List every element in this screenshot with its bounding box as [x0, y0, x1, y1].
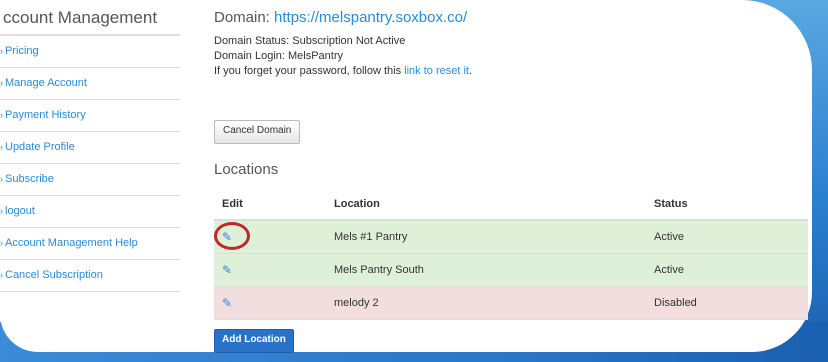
edit-icon[interactable]: ✎: [222, 296, 232, 310]
chevron-right-icon: ›: [0, 142, 3, 152]
edit-icon[interactable]: ✎: [214, 222, 250, 250]
reset-password-link[interactable]: link to reset it: [404, 65, 469, 77]
locations-title: Locations: [214, 161, 279, 178]
chevron-right-icon: ›: [0, 238, 3, 248]
location-name: Mels Pantry South: [333, 253, 653, 287]
table-header-row: Edit Location Status: [214, 188, 808, 221]
domain-title: Domain: https://melspantry.soxbox.co/: [214, 9, 808, 26]
chevron-right-icon: ›: [0, 46, 3, 56]
header-status: Status: [653, 188, 808, 221]
sidebar-item-pricing[interactable]: › Pricing: [0, 36, 180, 68]
sidebar-item-label: logout: [5, 205, 35, 217]
edit-icon[interactable]: ✎: [222, 263, 232, 277]
location-status: Active: [653, 220, 808, 254]
location-name: melody 2: [333, 286, 653, 320]
table-row: ✎ Mels #1 Pantry Active: [214, 220, 808, 254]
sidebar-item-label: Manage Account: [5, 77, 87, 89]
add-location-button[interactable]: Add Location: [214, 329, 294, 353]
password-reset-text: If you forget your password, follow this…: [214, 64, 808, 79]
domain-login: Domain Login: MelsPantry: [214, 50, 344, 62]
header-edit: Edit: [214, 188, 333, 221]
sidebar-item-payment-history[interactable]: › Payment History: [0, 100, 180, 132]
sidebar-item-logout[interactable]: › logout: [0, 196, 180, 228]
sidebar-item-help[interactable]: › Account Management Help: [0, 228, 180, 260]
cancel-domain-button[interactable]: Cancel Domain: [214, 120, 301, 144]
sidebar-item-label: Cancel Subscription: [5, 269, 103, 281]
sidebar-item-manage-account[interactable]: › Manage Account: [0, 68, 180, 100]
sidebar-item-subscribe[interactable]: › Subscribe: [0, 164, 180, 196]
chevron-right-icon: ›: [0, 270, 3, 280]
main-content: Domain: https://melspantry.soxbox.co/ Do…: [214, 0, 808, 353]
domain-prefix: Domain:: [214, 9, 275, 26]
table-row: ✎ Mels Pantry South Active: [214, 253, 808, 287]
chevron-right-icon: ›: [0, 174, 3, 184]
sidebar-item-label: Payment History: [5, 109, 86, 121]
header-location: Location: [333, 188, 653, 221]
domain-url-link[interactable]: https://melspantry.soxbox.co/: [274, 9, 467, 26]
sidebar: ccount Management › Pricing › Manage Accou…: [0, 0, 180, 292]
chevron-right-icon: ›: [0, 78, 3, 88]
chevron-right-icon: ›: [0, 206, 3, 216]
locations-table: Edit Location Status ✎ Mels #1 Pantry Ac…: [214, 188, 808, 320]
chevron-right-icon: ›: [0, 110, 3, 120]
sidebar-item-update-profile[interactable]: › Update Profile: [0, 132, 180, 164]
sidebar-item-label: Pricing: [5, 45, 39, 57]
sidebar-title: ccount Management: [0, 0, 180, 36]
sidebar-item-cancel-subscription[interactable]: › Cancel Subscription: [0, 260, 180, 292]
location-status: Disabled: [653, 286, 808, 320]
highlight-circle: [214, 222, 250, 250]
table-row: ✎ melody 2 Disabled: [214, 286, 808, 320]
domain-status: Domain Status: Subscription Not Active: [214, 35, 406, 47]
sidebar-item-label: Account Management Help: [5, 237, 138, 249]
location-status: Active: [653, 253, 808, 287]
sidebar-item-label: Update Profile: [5, 141, 75, 153]
location-name: Mels #1 Pantry: [333, 220, 653, 254]
sidebar-item-label: Subscribe: [5, 173, 54, 185]
reset-prefix: If you forget your password, follow this: [214, 65, 405, 77]
reset-suffix: .: [468, 65, 473, 77]
